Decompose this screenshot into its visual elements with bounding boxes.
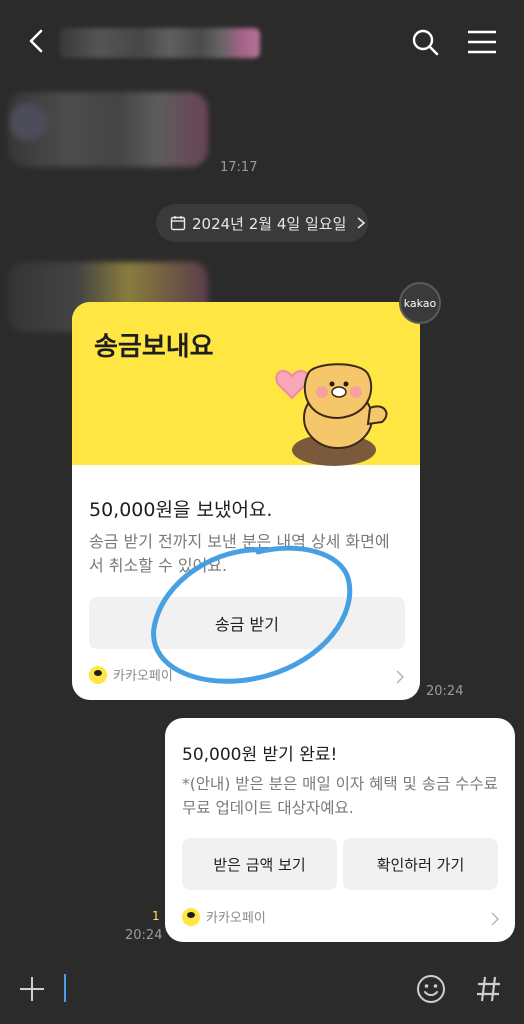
- date-text: 2024년 2월 4일 일요일: [192, 214, 347, 233]
- transfer-card[interactable]: 송금보내요 50,000원을 보냈어요. 송금 받기 전까지 보낸 분은 내역 …: [72, 302, 420, 700]
- card-footer[interactable]: 카카오페이: [182, 907, 266, 926]
- emoji-icon[interactable]: [416, 974, 446, 1004]
- chevron-right-icon: [357, 217, 366, 229]
- receive-transfer-button[interactable]: 송금 받기: [89, 597, 405, 649]
- menu-icon[interactable]: [466, 28, 498, 56]
- card-footer[interactable]: 카카오페이: [89, 665, 173, 684]
- go-confirm-button[interactable]: 확인하러 가기: [343, 838, 498, 890]
- calendar-icon: [170, 216, 186, 231]
- plus-icon[interactable]: [18, 975, 46, 1003]
- message-input[interactable]: [64, 974, 66, 1002]
- transfer-card-title: 송금보내요: [94, 332, 214, 362]
- received-title: 50,000원 받기 완료!: [182, 745, 338, 765]
- received-description: *(안내) 받은 분은 매일 이자 혜택 및 송금 수수료 무료 업데이트 대상…: [182, 775, 498, 817]
- received-card[interactable]: 50,000원 받기 완료! *(안내) 받은 분은 매일 이자 혜택 및 송금…: [165, 718, 515, 942]
- date-divider[interactable]: 2024년 2월 4일 일요일: [156, 204, 368, 242]
- transfer-amount: 50,000원을 보냈어요.: [89, 499, 273, 521]
- search-icon[interactable]: [410, 27, 440, 57]
- kakaopay-icon: [89, 665, 107, 684]
- brand-label: 카카오페이: [206, 911, 266, 926]
- view-received-amount-button[interactable]: 받은 금액 보기: [182, 838, 337, 890]
- brand-label: 카카오페이: [113, 669, 173, 684]
- back-arrow-icon[interactable]: [22, 26, 52, 56]
- transfer-card-header: 송금보내요: [72, 302, 420, 466]
- transfer-description: 송금 받기 전까지 보낸 분은 내역 상세 화면에서 취소할 수 있어요.: [89, 532, 390, 575]
- kakao-badge: kakao: [399, 282, 441, 324]
- hashtag-icon[interactable]: [476, 974, 502, 1004]
- unread-count: 1: [152, 909, 160, 923]
- chevron-right-icon: [491, 912, 499, 926]
- redacted-message: [8, 92, 208, 167]
- message-time: 20:24: [426, 684, 464, 699]
- chat-title-redacted: [60, 28, 260, 58]
- message-time: 17:17: [220, 160, 258, 175]
- top-bar: [0, 0, 524, 84]
- character-illustration: [275, 363, 388, 466]
- chevron-right-icon: [396, 670, 404, 684]
- input-bar: [0, 952, 524, 1024]
- message-time: 20:24: [125, 928, 163, 943]
- kakaopay-icon: [182, 907, 200, 926]
